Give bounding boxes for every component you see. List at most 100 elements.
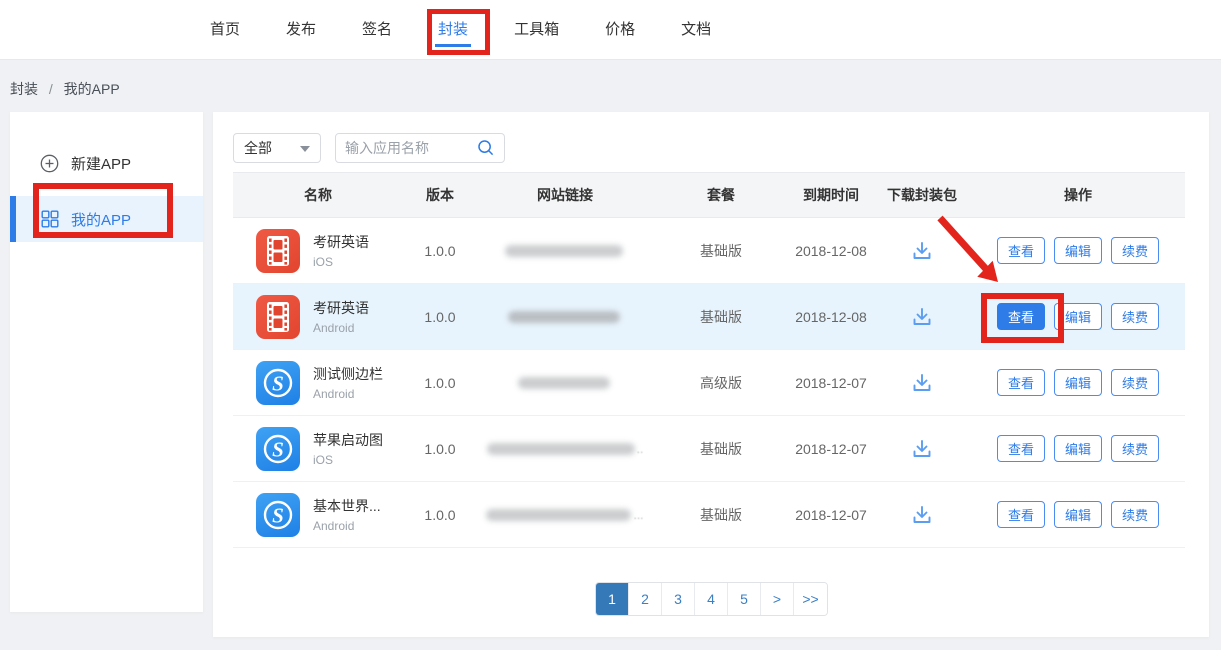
download-icon[interactable] [910, 437, 934, 461]
page-button-1[interactable]: 1 [596, 583, 629, 615]
app-name: 苹果启动图 [313, 430, 383, 450]
app-expires: 2018-12-07 [789, 507, 873, 523]
top-nav: 首页 发布 签名 封装 工具箱 价格 文档 [0, 0, 1221, 60]
app-name: 测试侧边栏 [313, 364, 383, 384]
plus-circle-icon [40, 154, 59, 173]
category-select[interactable]: 全部 [233, 133, 321, 163]
nav-item-publish[interactable]: 发布 [286, 0, 316, 60]
app-link [477, 377, 653, 389]
page-button-2[interactable]: 2 [629, 583, 662, 615]
breadcrumb-separator: / [49, 81, 53, 97]
table-header-row: 名称 版本 网站链接 套餐 到期时间 下载封装包 操作 [233, 172, 1185, 218]
app-platform: iOS [313, 453, 333, 467]
edit-button[interactable]: 编辑 [1054, 369, 1102, 396]
nav-item-docs[interactable]: 文档 [681, 0, 711, 60]
sidebar-item-my-app[interactable]: 我的APP [10, 196, 203, 242]
col-header-version: 版本 [403, 185, 477, 205]
sidebar-item-label: 新建APP [71, 153, 131, 174]
view-button-active[interactable]: 查看 [997, 303, 1045, 330]
svg-text:S: S [272, 437, 284, 461]
col-header-plan: 套餐 [653, 185, 789, 205]
download-icon[interactable] [910, 305, 934, 329]
view-button[interactable]: 查看 [997, 435, 1045, 462]
breadcrumb-root[interactable]: 封装 [10, 81, 38, 97]
app-expires: 2018-12-08 [789, 243, 873, 259]
edit-button[interactable]: 编辑 [1054, 303, 1102, 330]
app-platform: Android [313, 387, 354, 401]
renew-button[interactable]: 续费 [1111, 435, 1159, 462]
s-logo-icon: S [256, 427, 300, 471]
renew-button[interactable]: 续费 [1111, 369, 1159, 396]
renew-button[interactable]: 续费 [1111, 501, 1159, 528]
col-header-link: 网站链接 [477, 185, 653, 205]
search-box [335, 133, 505, 163]
app-plan: 基础版 [653, 505, 789, 525]
sidebar-item-label: 我的APP [71, 209, 131, 230]
app-platform: iOS [313, 255, 333, 269]
app-version: 1.0.0 [403, 441, 477, 457]
search-input[interactable] [345, 140, 467, 156]
chevron-down-icon [300, 146, 310, 157]
app-version: 1.0.0 [403, 243, 477, 259]
edit-button[interactable]: 编辑 [1054, 501, 1102, 528]
download-icon[interactable] [910, 371, 934, 395]
app-name: 基本世界... [313, 496, 381, 516]
col-header-expires: 到期时间 [789, 185, 873, 205]
breadcrumb: 封装 / 我的APP [10, 79, 120, 99]
nav-item-sign[interactable]: 签名 [362, 0, 392, 60]
app-name: 考研英语 [313, 298, 369, 318]
app-plan: 高级版 [653, 373, 789, 393]
renew-button[interactable]: 续费 [1111, 303, 1159, 330]
app-plan: 基础版 [653, 439, 789, 459]
app-link: .. [477, 442, 653, 456]
pagination: 1 2 3 4 5 > >> [595, 582, 828, 616]
col-header-download: 下载封装包 [873, 185, 971, 205]
last-page-button[interactable]: >> [794, 583, 827, 615]
app-table: 名称 版本 网站链接 套餐 到期时间 下载封装包 操作 考研英语 iOS 1.0… [233, 172, 1185, 548]
edit-button[interactable]: 编辑 [1054, 237, 1102, 264]
grid-icon [41, 210, 59, 228]
table-row: S 测试侧边栏 Android 1.0.0 高级版 2018-12-07 查看 … [233, 350, 1185, 416]
app-link [477, 245, 653, 257]
table-row: 考研英语 iOS 1.0.0 基础版 2018-12-08 查看 编辑 续费 [233, 218, 1185, 284]
app-version: 1.0.0 [403, 309, 477, 325]
view-button[interactable]: 查看 [997, 501, 1045, 528]
svg-text:S: S [272, 371, 284, 395]
app-expires: 2018-12-08 [789, 309, 873, 325]
app-link [477, 311, 653, 323]
page-button-3[interactable]: 3 [662, 583, 695, 615]
app-platform: Android [313, 321, 354, 335]
col-header-actions: 操作 [971, 185, 1185, 205]
next-page-button[interactable]: > [761, 583, 794, 615]
nav-item-home[interactable]: 首页 [210, 0, 240, 60]
download-icon[interactable] [910, 503, 934, 527]
app-version: 1.0.0 [403, 375, 477, 391]
page-button-4[interactable]: 4 [695, 583, 728, 615]
nav-item-price[interactable]: 价格 [605, 0, 635, 60]
film-icon [256, 229, 300, 273]
category-select-value: 全部 [244, 138, 272, 158]
nav-item-package[interactable]: 封装 [438, 0, 468, 60]
s-logo-icon: S [256, 361, 300, 405]
view-button[interactable]: 查看 [997, 237, 1045, 264]
breadcrumb-current: 我的APP [64, 81, 120, 97]
edit-button[interactable]: 编辑 [1054, 435, 1102, 462]
app-expires: 2018-12-07 [789, 375, 873, 391]
table-row-highlighted: 考研英语 Android 1.0.0 基础版 2018-12-08 查看 编辑 … [233, 284, 1185, 350]
app-platform: Android [313, 519, 354, 533]
s-logo-icon: S [256, 493, 300, 537]
page-button-5[interactable]: 5 [728, 583, 761, 615]
renew-button[interactable]: 续费 [1111, 237, 1159, 264]
svg-text:S: S [272, 503, 284, 527]
app-name: 考研英语 [313, 232, 369, 252]
app-plan: 基础版 [653, 241, 789, 261]
col-header-name: 名称 [233, 185, 403, 205]
film-icon [256, 295, 300, 339]
view-button[interactable]: 查看 [997, 369, 1045, 396]
nav-item-toolbox[interactable]: 工具箱 [514, 0, 559, 60]
app-link: ... [477, 508, 653, 522]
search-icon[interactable] [477, 139, 495, 157]
download-icon[interactable] [910, 239, 934, 263]
sidebar: 新建APP 我的APP [10, 112, 203, 612]
sidebar-item-new-app[interactable]: 新建APP [10, 140, 203, 186]
